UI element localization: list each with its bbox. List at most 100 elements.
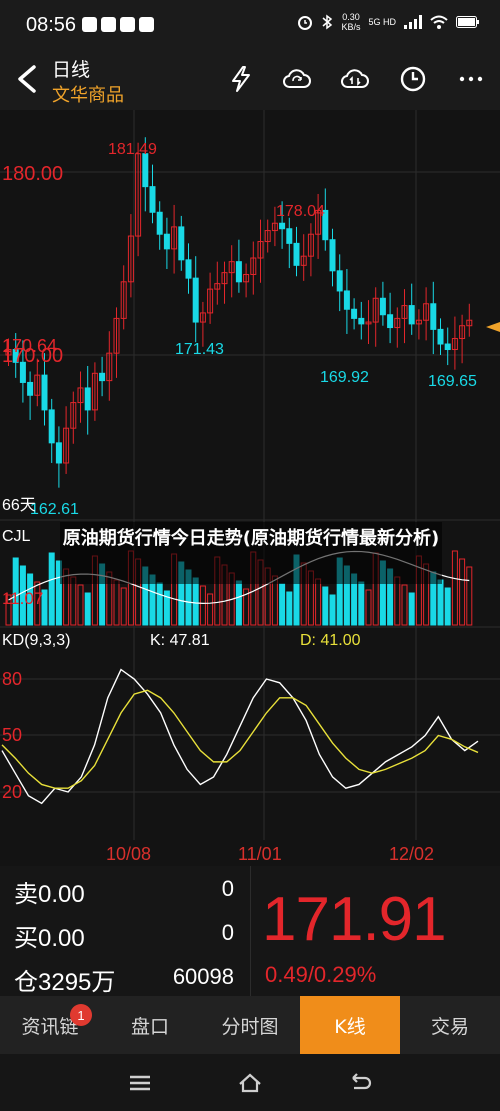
tab-news[interactable]: 资讯链 1 xyxy=(0,996,100,1054)
candle-body xyxy=(430,303,437,330)
price-change: 0.49/0.29% xyxy=(265,962,377,987)
volume-bar xyxy=(408,592,415,626)
low-annotation-2: 169.92 xyxy=(320,369,369,386)
news-badge: 1 xyxy=(70,1004,92,1026)
lightning-icon[interactable] xyxy=(226,64,256,94)
sell-label: 卖 xyxy=(14,881,38,908)
volume-bar xyxy=(235,580,242,626)
high-annotation: 181.49 xyxy=(108,141,157,158)
d-value: D: 41.00 xyxy=(300,632,361,649)
low-annotation-3: 169.65 xyxy=(428,373,477,390)
cloud-refresh-icon[interactable] xyxy=(282,64,312,94)
home-icon[interactable] xyxy=(235,1068,265,1098)
candle-body xyxy=(185,259,192,279)
candle-body xyxy=(178,226,185,261)
candle-body xyxy=(192,277,199,323)
buy-label: 买 xyxy=(14,925,38,952)
menu-icon[interactable] xyxy=(125,1068,155,1098)
volume-bar xyxy=(192,577,199,626)
bluetooth-icon xyxy=(322,14,333,30)
candle-body xyxy=(437,328,444,345)
candle-body xyxy=(163,233,170,250)
candle-body xyxy=(286,228,293,244)
candle-body xyxy=(84,387,91,411)
candle-body xyxy=(55,442,62,464)
kd-level-80: 80 xyxy=(2,669,22,689)
date-label-3: 12/02 xyxy=(389,844,435,864)
volume-value: 11.07 xyxy=(2,589,43,608)
battery-icon xyxy=(456,16,479,28)
quote-divider xyxy=(250,866,251,996)
candle-body xyxy=(27,381,34,396)
article-title-overlay: 原油期货行情今日走势(原油期货行情最新分析) xyxy=(60,522,442,584)
more-icon[interactable] xyxy=(456,64,486,94)
status-bar: 08:56 0.30 KB/s 5G HD xyxy=(0,0,500,50)
candle-body xyxy=(358,317,365,325)
candle-body xyxy=(408,305,415,325)
buy-qty: 0 xyxy=(221,920,234,945)
tab-trade[interactable]: 交易 xyxy=(400,996,500,1054)
tiktok-notification-icon xyxy=(101,17,116,32)
exchange-name: 文华商品 xyxy=(52,85,124,106)
position-change: 60098 xyxy=(172,964,234,989)
notification-icons xyxy=(82,17,154,32)
candle-body xyxy=(329,239,336,272)
sell-price: 0.00 xyxy=(38,881,85,908)
price-axis-label-top: 180.00 xyxy=(2,163,63,185)
k-value: K: 47.81 xyxy=(150,632,210,649)
wechat-notification-icon xyxy=(139,17,154,32)
candle-body xyxy=(336,270,343,292)
alarm-icon xyxy=(298,16,313,30)
buy-price: 0.00 xyxy=(38,925,85,952)
network-type: 5G HD xyxy=(368,17,396,27)
wifi-icon xyxy=(430,15,448,29)
back-icon[interactable] xyxy=(345,1068,375,1098)
tab-orderbook[interactable]: 盘口 xyxy=(100,996,200,1054)
candle-body xyxy=(343,290,350,310)
tab-timeshare[interactable]: 分时图 xyxy=(200,996,300,1054)
candle-body xyxy=(444,343,451,351)
candle-body xyxy=(41,374,48,411)
volume-bar xyxy=(437,579,444,626)
left-period-label: 66天 xyxy=(2,497,36,514)
candle-body xyxy=(235,261,242,283)
top-bar: 日线 文华商品 xyxy=(0,50,500,110)
volume-label: CJL xyxy=(2,528,31,545)
price-axis-label-low: 170.00 xyxy=(2,345,63,367)
date-label-2: 11/01 xyxy=(238,844,282,864)
volume-bar xyxy=(329,594,336,626)
sell-qty: 0 xyxy=(221,876,234,901)
quote-panel: 卖0.00 0 买0.00 0 仓3295万 60098 171.91 0.49… xyxy=(0,866,500,996)
candle-body xyxy=(279,222,286,230)
candle-body xyxy=(293,242,300,266)
signal-icon xyxy=(404,15,422,29)
buy-row: 买0.00 xyxy=(14,918,85,953)
position-label: 仓 xyxy=(14,969,38,996)
kd-level-20: 20 xyxy=(2,782,22,802)
tab-bar: 资讯链 1 盘口 分时图 K线 交易 xyxy=(0,996,500,1054)
cloud-sync-icon[interactable] xyxy=(340,64,370,94)
position-row: 仓3295万 xyxy=(14,962,115,997)
candle-body xyxy=(142,153,149,188)
last-price: 171.91 xyxy=(262,885,447,954)
candle-body xyxy=(387,314,394,329)
candle-body xyxy=(351,308,358,319)
volume-bar xyxy=(286,591,293,626)
kline-chart[interactable]: 180.00 170.64 170.00 181.49 178.04 171.4… xyxy=(0,110,500,840)
tab-kline[interactable]: K线 xyxy=(300,996,400,1054)
volume-bar xyxy=(156,582,163,626)
date-label-1: 10/08 xyxy=(106,844,152,864)
position-value: 3295万 xyxy=(38,969,116,996)
network-speed: 0.30 KB/s xyxy=(341,12,361,32)
volume-bar xyxy=(48,552,55,626)
back-arrow-icon[interactable] xyxy=(12,62,42,96)
app-notification-icon xyxy=(82,17,97,32)
clock-icon[interactable] xyxy=(398,64,428,94)
kd-label: KD(9,3,3) xyxy=(2,632,70,649)
volume-bar xyxy=(84,592,91,626)
system-nav-bar xyxy=(0,1054,500,1111)
candle-body xyxy=(48,409,55,444)
volume-bar xyxy=(279,583,286,626)
peak-annotation: 178.04 xyxy=(276,203,325,220)
bottom-annotation: 162.61 xyxy=(30,501,79,518)
